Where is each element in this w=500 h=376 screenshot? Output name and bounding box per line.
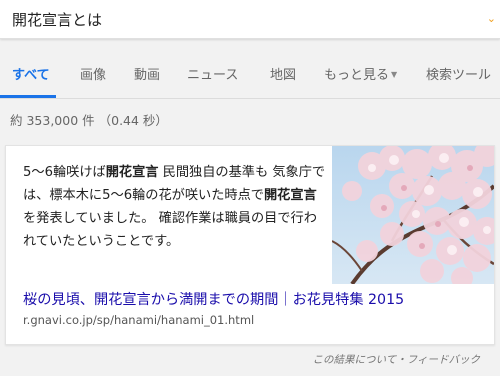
snippet-highlight: 開花宣言 [105,165,159,180]
featured-snippet-card: 5〜6輪咲けば開花宣言 民間独自の基準も 気象庁では、標本木に5〜6輪の花が咲い… [5,145,495,345]
cherry-blossom-photo[interactable] [332,146,494,284]
search-box[interactable]: ⌄ [0,0,500,39]
active-tab-indicator [0,95,56,98]
tab-maps[interactable]: 地図 [270,64,296,83]
tab-images[interactable]: 画像 [80,64,106,83]
tab-more-label: もっと見る [324,68,390,83]
snippet-highlight: 開花宣言 [263,188,317,203]
result-title-link[interactable]: 桜の見頃、開花宣言から満開までの期間｜お花見特集 2015 [23,289,404,309]
cherry-blossom-image [332,146,494,284]
search-input[interactable] [12,9,472,29]
dropdown-arrow-icon: ▼ [391,70,398,79]
snippet-part: を発表していました。 確認作業は職員の目で行われていたということです。 [23,211,317,249]
result-url: r.gnavi.co.jp/sp/hanami/hanami_01.html [23,313,255,327]
snippet-text: 5〜6輪咲けば開花宣言 民間独自の基準も 気象庁では、標本木に5〜6輪の花が咲い… [23,161,328,253]
snippet-part: 5〜6輪咲けば [23,165,106,180]
tab-videos[interactable]: 動画 [134,64,160,83]
tab-search-tools[interactable]: 検索ツール [426,64,491,83]
search-tabs: すべて 画像 動画 ニュース 地図 もっと見る ▼ 検索ツール [0,48,500,99]
search-caret-icon: ⌄ [486,12,496,25]
tab-all[interactable]: すべて [12,64,50,83]
tab-news[interactable]: ニュース [187,64,238,83]
feedback-link[interactable]: この結果について・フィードバック [313,352,480,367]
tab-more[interactable]: もっと見る ▼ [324,64,397,83]
result-stats: 約 353,000 件 （0.44 秒） [10,113,168,128]
